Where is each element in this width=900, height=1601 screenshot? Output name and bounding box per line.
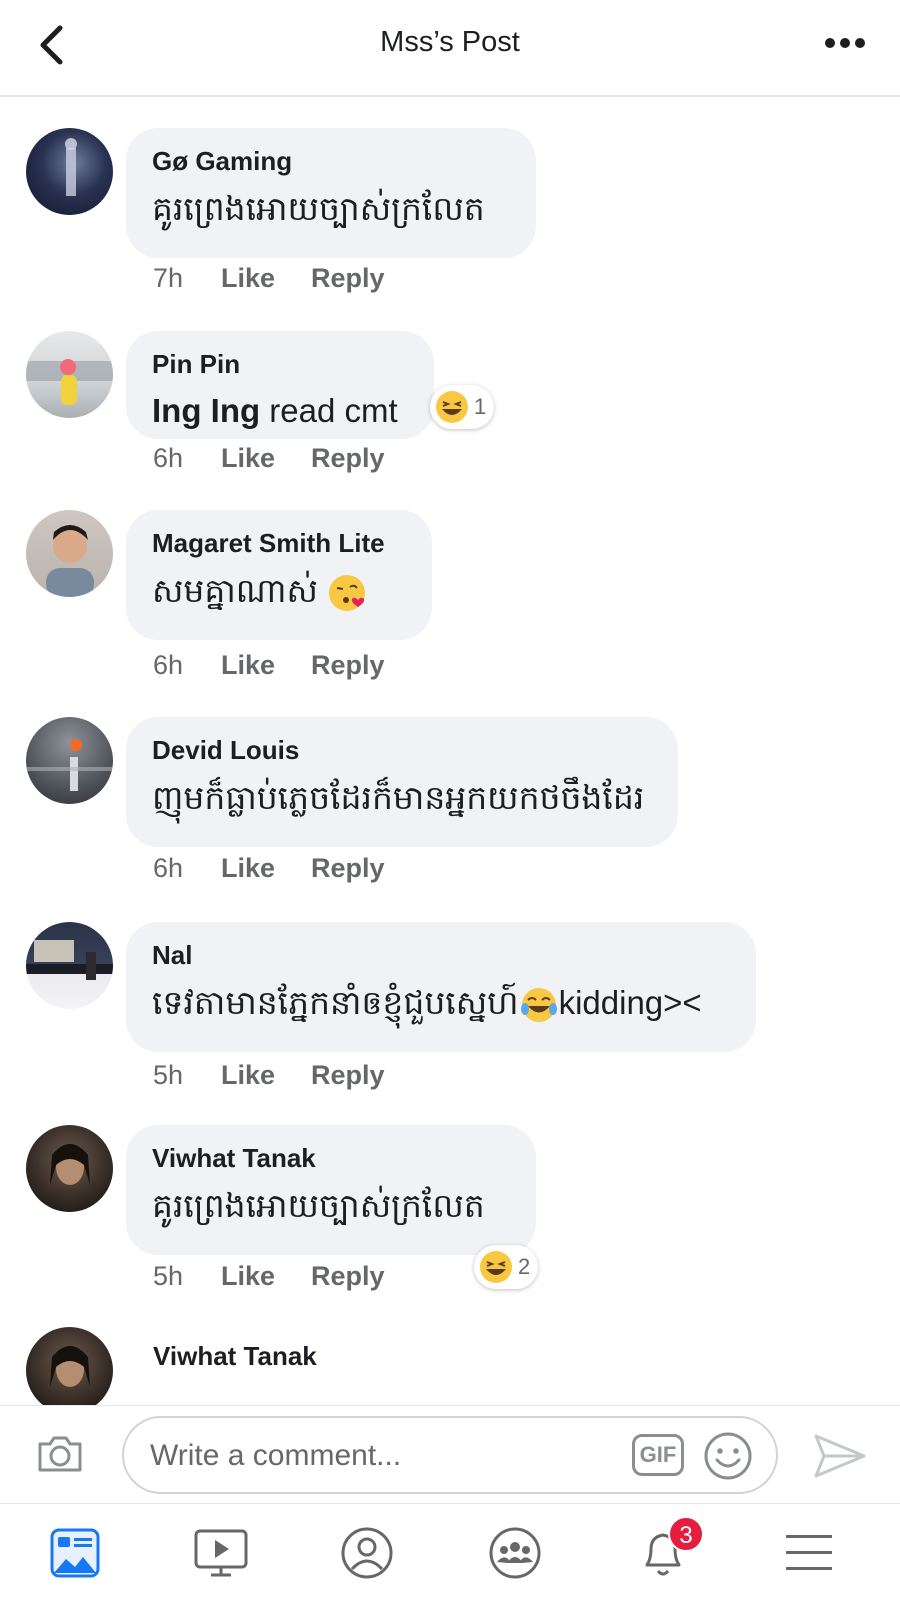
comment-author[interactable]: Devid Louis [152, 735, 652, 766]
laughing-emoji-icon [436, 391, 468, 423]
reaction-count: 2 [518, 1254, 531, 1279]
avatar[interactable] [26, 1125, 113, 1212]
comment-composer: GIF [0, 1405, 900, 1504]
like-button[interactable]: Like [221, 263, 275, 294]
avatar[interactable] [26, 510, 113, 597]
comment-bubble: Viwhat Tanak គូរព្រេងអោយច្បាស់ក្រលែត [126, 1125, 536, 1255]
emoji-icon[interactable] [702, 1430, 754, 1482]
groups-icon [489, 1527, 541, 1579]
nav-groups[interactable] [470, 1514, 560, 1592]
page-title: Mss’s Post [380, 26, 520, 58]
comment-input[interactable] [148, 1432, 612, 1480]
laughing-emoji-icon [480, 1251, 512, 1283]
reply-button[interactable]: Reply [311, 853, 385, 884]
comment-bubble: Nal ទេវតាមានភ្នែកនាំឲខ្ញុំជួបស្នេហ៍ kiddi… [126, 922, 756, 1052]
news-feed-icon [50, 1528, 100, 1578]
comment-time[interactable]: 7h [153, 263, 221, 294]
comment-author[interactable]: Pin Pin [152, 349, 408, 380]
comment-text: Ing Ing read cmt [152, 392, 398, 429]
reaction-summary[interactable]: 2 [474, 1245, 539, 1289]
menu-icon [786, 1535, 832, 1570]
tears-of-joy-emoji-icon [520, 988, 557, 1023]
camera-button[interactable] [34, 1428, 86, 1480]
kissing-heart-emoji-icon [329, 575, 366, 612]
nav-profile[interactable] [322, 1514, 412, 1592]
profile-icon [341, 1527, 393, 1579]
comment-bubble: Gø Gaming គូរព្រេងអោយច្បាស់ក្រលែត [126, 128, 536, 258]
nav-news-feed[interactable] [30, 1514, 120, 1592]
top-bar: Mss’s Post [0, 0, 900, 97]
like-button[interactable]: Like [221, 650, 275, 681]
comment-time[interactable]: 5h [153, 1060, 221, 1091]
comment-bubble: Magaret Smith Lite សមគ្នាណាស់ [126, 510, 432, 640]
send-icon[interactable] [812, 1430, 868, 1482]
comment-text: សមគ្នាណាស់ [152, 571, 406, 619]
like-button[interactable]: Like [221, 443, 275, 474]
comment-text: ទេវតាមានភ្នែកនាំឲខ្ញុំជួបស្នេហ៍ kidding>< [152, 983, 730, 1031]
mention-tag[interactable]: Ing Ing [152, 392, 260, 429]
bottom-navigation: 3 [0, 1503, 900, 1601]
comment-list: Gø Gaming គូរព្រេងអោយច្បាស់ក្រលែត 7h Like… [0, 95, 900, 1405]
camera-icon[interactable] [34, 1428, 86, 1480]
reply-button[interactable]: Reply [311, 650, 385, 681]
like-button[interactable]: Like [221, 853, 275, 884]
comment-text: ញុមក៏ធ្លាប់ភ្លេចដែរក៏មានអ្នកយកថចឹងដែរ [152, 779, 645, 816]
reply-button[interactable]: Reply [311, 263, 385, 294]
watch-icon [194, 1529, 248, 1577]
avatar[interactable] [26, 717, 113, 804]
more-options-button[interactable] [820, 28, 870, 58]
reply-button[interactable]: Reply [311, 1261, 385, 1292]
comment-bubble: Devid Louis ញុមក៏ធ្លាប់ភ្លេចដែរក៏មានអ្នក… [126, 717, 678, 847]
comment-author[interactable]: Magaret Smith Lite [152, 528, 406, 559]
reply-button[interactable]: Reply [311, 1060, 385, 1091]
comment-author[interactable]: Viwhat Tanak [152, 1143, 510, 1174]
avatar[interactable] [26, 331, 113, 418]
nav-menu[interactable] [764, 1514, 854, 1592]
reaction-count: 1 [474, 394, 487, 419]
comment-input-container[interactable]: GIF [122, 1416, 778, 1494]
comment-time[interactable]: 6h [153, 853, 221, 884]
comment-text: គូរព្រេងអោយច្បាស់ក្រលែត [152, 190, 485, 227]
comment-time[interactable]: 6h [153, 650, 221, 681]
like-button[interactable]: Like [221, 1261, 275, 1292]
more-icon[interactable] [820, 28, 870, 58]
reaction-summary[interactable]: 1 [430, 385, 495, 429]
reply-button[interactable]: Reply [311, 443, 385, 474]
avatar[interactable] [26, 1327, 113, 1405]
like-button[interactable]: Like [221, 1060, 275, 1091]
nav-notifications[interactable]: 3 [618, 1514, 708, 1592]
send-button[interactable] [812, 1430, 868, 1482]
comment-actions: 6h Like Reply [153, 443, 421, 474]
comment-actions: 5h Like Reply [153, 1060, 421, 1091]
emoji-button[interactable] [702, 1430, 754, 1482]
comment-author[interactable]: Nal [152, 940, 730, 971]
comment-bubble: Pin Pin Ing Ing read cmt [126, 331, 434, 439]
nav-watch[interactable] [176, 1514, 266, 1592]
gif-button[interactable]: GIF [632, 1434, 684, 1476]
avatar[interactable] [26, 128, 113, 215]
comment-time[interactable]: 5h [153, 1261, 221, 1292]
comment-actions: 7h Like Reply [153, 263, 421, 294]
notification-badge: 3 [668, 1516, 704, 1552]
comment-author[interactable]: Viwhat Tanak [153, 1341, 317, 1372]
comment-actions: 5h Like Reply [153, 1261, 421, 1292]
comment-actions: 6h Like Reply [153, 853, 421, 884]
avatar[interactable] [26, 922, 113, 1009]
comment-author[interactable]: Gø Gaming [152, 146, 510, 177]
comment-time[interactable]: 6h [153, 443, 221, 474]
comment-actions: 6h Like Reply [153, 650, 421, 681]
comment-text: គូរព្រេងអោយច្បាស់ក្រលែត [152, 1187, 485, 1224]
